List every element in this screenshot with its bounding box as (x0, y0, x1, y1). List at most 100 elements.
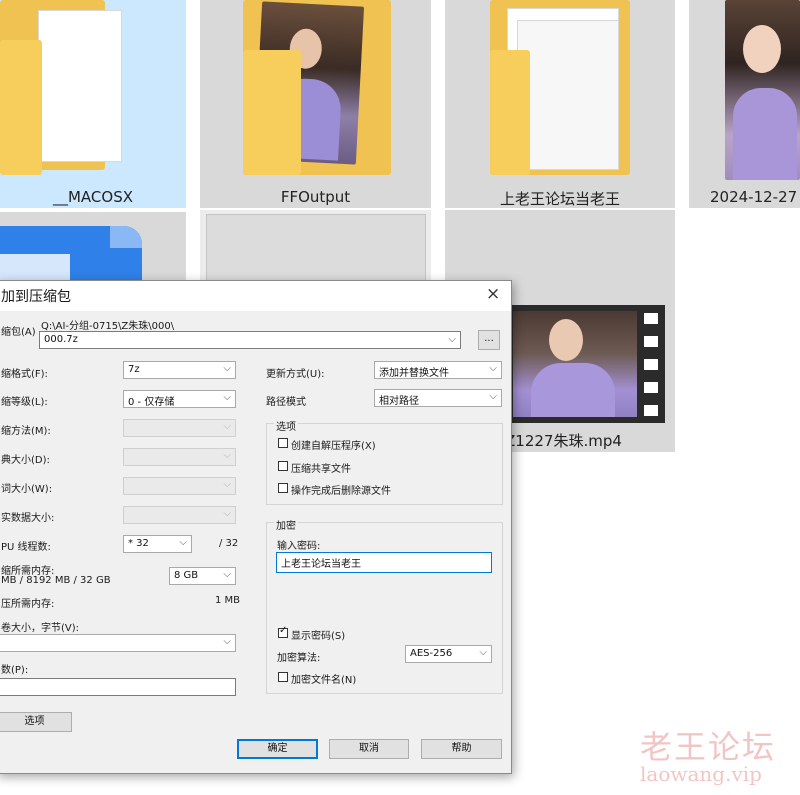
chevron-down-icon: ⌵ (489, 391, 497, 402)
chevron-down-icon: ⌵ (223, 450, 231, 461)
level-label: 缩等级(L): (1, 397, 48, 408)
word-label: 词大小(W): (1, 484, 53, 495)
chevron-down-icon: ⌵ (479, 647, 487, 658)
mem-decomp-label: 压所需内存: (1, 599, 55, 610)
params-input[interactable] (0, 678, 236, 696)
document-sheet (38, 10, 122, 162)
chevron-down-icon: ⌵ (179, 537, 187, 548)
threads-label: PU 线程数: (1, 542, 51, 553)
help-button[interactable]: 帮助 (421, 739, 502, 759)
password-value: 上老王论坛当老王 (281, 559, 361, 570)
options-group-title: 选项 (274, 418, 298, 433)
update-label: 更新方式(U): (266, 369, 325, 380)
show-password-checkbox[interactable]: ✓ (278, 625, 288, 638)
browse-button[interactable]: ... (478, 330, 500, 350)
threads-select[interactable]: * 32 ⌵ (123, 535, 192, 553)
ok-button[interactable]: 确定 (237, 739, 318, 759)
blank-thumbnail (206, 214, 426, 283)
chevron-down-icon: ⌵ (223, 636, 231, 647)
document-icon-fold (110, 226, 142, 248)
level-select[interactable]: 0 - 仅存储 ⌵ (123, 390, 236, 408)
method-label: 缩方法(M): (1, 426, 51, 437)
password-input[interactable]: 上老王论坛当老王 (276, 552, 492, 573)
tile-label: __MACOSX (52, 188, 134, 206)
volume-label: 卷大小，字节(V): (1, 623, 80, 634)
word-select[interactable]: ⌵ (123, 477, 236, 495)
folder-front (243, 50, 301, 175)
tile-label: 上老王论坛当老王 (499, 190, 620, 208)
mem-comp-select[interactable]: 8 GB ⌵ (169, 567, 236, 585)
chevron-down-icon: ⌵ (223, 508, 231, 519)
photo-thumbnail (725, 0, 800, 180)
delete-label: 操作完成后删除源文件 (291, 486, 391, 497)
dialog-title: 加到压缩包 (1, 289, 71, 305)
close-icon[interactable]: × (486, 284, 500, 304)
enc-method-select[interactable]: AES-256 ⌵ (405, 645, 492, 663)
encrypt-names-label: 加密文件名(N) (291, 675, 357, 686)
archive-path: Q:\AI-分组-0715\Z朱珠\000\ (41, 321, 175, 332)
mem-comp-sub: MB / 8192 MB / 32 GB (1, 575, 111, 586)
pathmode-label: 路径模式 (266, 397, 306, 408)
volume-combo[interactable]: ⌵ (0, 634, 236, 652)
format-select[interactable]: 7z ⌵ (123, 361, 236, 379)
document-sheet (517, 20, 619, 170)
enc-method-value: AES-256 (410, 648, 453, 659)
sfx-label: 创建自解压程序(X) (291, 441, 376, 452)
format-value: 7z (128, 364, 140, 375)
chevron-down-icon: ⌵ (223, 569, 231, 580)
folder-tile-laowang[interactable]: 上老王论坛当老王 (445, 0, 675, 208)
pathmode-select[interactable]: 相对路径 ⌵ (374, 389, 502, 407)
format-label: 缩格式(F): (1, 369, 48, 380)
archive-label: 缩包(A) (1, 327, 36, 338)
encrypt-group-title: 加密 (274, 517, 298, 532)
dict-label: 典大小(D): (1, 455, 50, 466)
delete-checkbox[interactable] (278, 483, 288, 493)
threads-value: * 32 (128, 538, 149, 549)
password-label: 输入密码: (277, 541, 321, 552)
update-value: 添加并替换文件 (379, 368, 449, 379)
solid-select[interactable]: ⌵ (123, 506, 236, 524)
add-to-archive-dialog: 加到压缩包 × 缩包(A) Q:\AI-分组-0715\Z朱珠\000\ 000… (0, 280, 512, 774)
solid-label: 实数据大小: (1, 513, 55, 524)
dict-select[interactable]: ⌵ (123, 448, 236, 466)
tile-label: 2024-12-27 (710, 188, 798, 206)
folder-tile-ffoutput[interactable]: FFOutput (200, 0, 431, 208)
chevron-down-icon: ⌵ (489, 363, 497, 374)
update-select[interactable]: 添加并替换文件 ⌵ (374, 361, 502, 379)
enc-method-label: 加密算法: (277, 653, 321, 664)
threads-total: / 32 (219, 538, 239, 549)
chevron-down-icon: ⌵ (223, 479, 231, 490)
chevron-down-icon: ⌵ (223, 392, 231, 403)
archive-name-combo[interactable]: 000.7z ⌵ (39, 331, 461, 349)
shared-label: 压缩共享文件 (291, 464, 351, 475)
chevron-down-icon[interactable]: ⌵ (448, 334, 456, 345)
image-tile-2024-12-27[interactable]: 2024-12-27 (689, 0, 800, 208)
mem-decomp-value: 1 MB (215, 595, 241, 606)
sfx-checkbox[interactable] (278, 438, 288, 448)
check-icon: ✓ (279, 625, 288, 636)
dialog-title-bar: 加到压缩包 × (0, 281, 511, 311)
archive-name-value: 000.7z (44, 334, 78, 345)
params-label: 数(P): (1, 665, 29, 676)
tile-label: FFOutput (280, 188, 351, 206)
film-strip-icon (507, 305, 665, 423)
show-password-label: 显示密码(S) (291, 631, 346, 642)
chevron-down-icon: ⌵ (223, 363, 231, 374)
method-select[interactable]: ⌵ (123, 419, 236, 437)
options-button[interactable]: 选项 (0, 712, 72, 732)
pathmode-value: 相对路径 (379, 396, 419, 407)
file-tile-document[interactable] (0, 212, 186, 282)
tile-label: Z1227朱珠.mp4 (505, 432, 622, 450)
encrypt-names-checkbox[interactable] (278, 672, 288, 682)
document-icon-band (0, 254, 70, 282)
cancel-button[interactable]: 取消 (329, 739, 409, 759)
file-tile-blank[interactable] (200, 210, 431, 283)
folder-tile-macosx[interactable]: __MACOSX (0, 0, 186, 208)
folder-front (490, 50, 530, 175)
mem-comp-value: 8 GB (174, 570, 199, 581)
watermark-url: laowang.vip (640, 762, 762, 786)
shared-checkbox[interactable] (278, 461, 288, 471)
chevron-down-icon: ⌵ (223, 421, 231, 432)
level-value: 0 - 仅存储 (128, 397, 175, 408)
folder-front (0, 40, 42, 175)
